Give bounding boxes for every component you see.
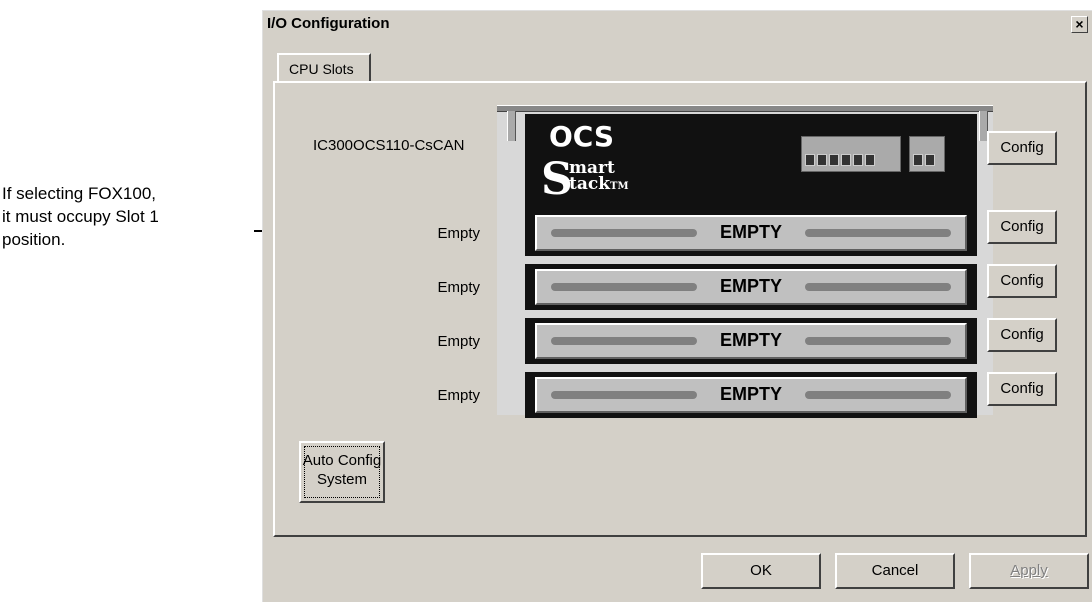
smartstack-logo-tack-text: tack: [569, 174, 610, 194]
cancel-button[interactable]: Cancel: [835, 553, 955, 589]
cpu-config-button[interactable]: Config: [987, 131, 1057, 165]
slot-2-config-button[interactable]: Config: [987, 264, 1057, 298]
annotation-line: it must occupy Slot 1: [2, 207, 159, 226]
slot-3-label: Empty: [437, 333, 480, 350]
io-configuration-dialog: I/O Configuration × CPU Slots IC300OCS11…: [262, 10, 1092, 602]
annotation-line: If selecting FOX100,: [2, 184, 157, 203]
rack-post-left: [507, 111, 516, 141]
slot-1-label: Empty: [437, 225, 480, 242]
annotation-note: If selecting FOX100, it must occupy Slot…: [2, 182, 242, 251]
slot-2-module[interactable]: EMPTY: [525, 264, 977, 310]
rack-rail: [497, 105, 993, 112]
smartstack-logo-tack: tackTM: [569, 176, 629, 195]
annotation-line: position.: [2, 230, 66, 249]
slot-2-label: Empty: [437, 279, 480, 296]
title-bar: I/O Configuration: [263, 11, 1092, 35]
trademark-symbol: TM: [610, 181, 629, 192]
cpu-model-label: IC300OCS110-CsCAN: [313, 137, 465, 154]
terminal-connector-small-icon: [909, 136, 945, 172]
terminal-connector-large-icon: [801, 136, 901, 172]
apply-button[interactable]: Apply: [969, 553, 1089, 589]
slot-1-module[interactable]: EMPTY: [525, 210, 977, 256]
slot-3-config-button[interactable]: Config: [987, 318, 1057, 352]
slot-1-config-button[interactable]: Config: [987, 210, 1057, 244]
slot-4-config-button[interactable]: Config: [987, 372, 1057, 406]
dialog-title: I/O Configuration: [267, 14, 390, 32]
ocs-logo-text: OCS: [549, 120, 615, 153]
slot-3-module[interactable]: EMPTY: [525, 318, 977, 364]
slot-4-label: Empty: [437, 387, 480, 404]
ok-button[interactable]: OK: [701, 553, 821, 589]
auto-config-line1: Auto Config: [302, 452, 382, 469]
auto-config-system-button[interactable]: Auto Config System: [299, 441, 385, 503]
slot-4-module[interactable]: EMPTY: [525, 372, 977, 418]
close-button[interactable]: ×: [1071, 16, 1088, 33]
tab-cpu-slots[interactable]: CPU Slots: [277, 53, 371, 81]
auto-config-line2: System: [316, 471, 367, 488]
smartstack-logo-s: S: [541, 154, 573, 205]
cpu-module[interactable]: OCS S mart tackTM: [525, 114, 977, 211]
